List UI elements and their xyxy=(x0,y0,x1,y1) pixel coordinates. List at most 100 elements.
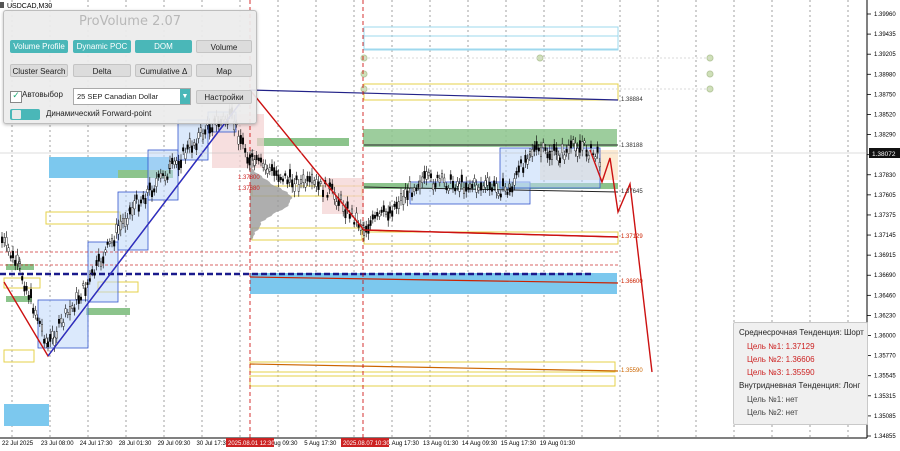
time-axis: 22 Jul 2025 23 Jul 08:00 24 Jul 17:30 28 Ju… xyxy=(2,441,576,447)
target-label: Цель №2: xyxy=(747,355,783,364)
candle-body xyxy=(294,184,296,192)
candle-body xyxy=(540,148,542,156)
candle-body xyxy=(196,144,198,150)
candle-body xyxy=(46,338,48,343)
candle-body xyxy=(448,188,450,191)
intraday-target: Цель №1: нет xyxy=(747,395,798,404)
candle-body xyxy=(269,168,271,172)
candle-body xyxy=(588,155,590,159)
candle-body xyxy=(35,310,37,315)
candle-body xyxy=(204,130,206,135)
candle-body xyxy=(289,169,291,177)
candle-body xyxy=(262,163,264,167)
candle-body xyxy=(249,155,251,158)
candle-body xyxy=(500,194,502,197)
intraday-trend-heading: Внутридневная Тенденция: Лонг xyxy=(739,381,860,390)
candle-body xyxy=(271,164,273,170)
price-tick-label: 1.38290 xyxy=(874,133,896,139)
candle-body xyxy=(487,178,489,185)
symbol-marker xyxy=(0,2,4,8)
volume-profile-button[interactable]: Volume Profile xyxy=(10,40,68,53)
candle-body xyxy=(10,256,12,259)
map-button[interactable]: Map xyxy=(196,64,252,77)
candle-body xyxy=(138,205,140,212)
candle-body xyxy=(379,214,381,217)
time-tick-label: 22 Jul 2025 xyxy=(2,441,34,447)
candle-body xyxy=(322,190,324,197)
price-tick-label: 1.37830 xyxy=(874,173,896,179)
target-value: нет xyxy=(786,408,798,417)
volume-button[interactable]: Volume xyxy=(196,40,252,53)
candle-body xyxy=(311,174,313,183)
level-label: 1.38884 xyxy=(621,97,643,103)
candle-body xyxy=(254,160,256,166)
candle-body xyxy=(273,168,275,176)
auto-select-label: Автовыбор xyxy=(22,90,63,99)
delta-button[interactable]: Delta xyxy=(73,64,131,77)
auto-select-checkbox[interactable]: ✓ xyxy=(10,91,22,103)
candle-body xyxy=(577,148,579,156)
target-label: Цель №1: xyxy=(747,395,783,404)
candle-body xyxy=(493,181,495,186)
candle-body xyxy=(131,208,133,215)
candle-body xyxy=(74,308,76,312)
candle-body xyxy=(480,183,482,191)
price-tick-label: 1.37605 xyxy=(874,193,896,199)
price-tick-label: 1.36690 xyxy=(874,273,896,279)
forward-point-toggle[interactable] xyxy=(10,109,40,120)
candle-body xyxy=(89,274,91,278)
candle-body xyxy=(579,141,581,150)
candle-body xyxy=(209,128,211,133)
candle-body xyxy=(463,187,465,193)
candle-body xyxy=(482,186,484,189)
dom-button[interactable]: DOM xyxy=(135,40,192,53)
candle-body xyxy=(140,200,142,203)
candle-body xyxy=(469,184,471,188)
chevron-down-icon[interactable]: ▼ xyxy=(180,89,190,104)
candle-body xyxy=(522,168,524,173)
candle-body xyxy=(164,176,166,181)
candle-body xyxy=(105,250,107,253)
candle-body xyxy=(258,158,260,161)
candle-body xyxy=(416,188,418,191)
instrument-select[interactable]: 25 SEP Canadian Dollar ▼ xyxy=(73,88,191,105)
candle-body xyxy=(518,166,520,172)
time-tick-label: 30 Jul 17:30 xyxy=(197,441,230,447)
mid-target: Цель №2: 1.36606 xyxy=(747,355,815,364)
time-tick-label: 14 Aug 09:30 xyxy=(462,441,498,447)
candle-body xyxy=(320,182,322,184)
candle-body xyxy=(411,193,413,197)
candle-body xyxy=(174,161,176,165)
candle-body xyxy=(136,195,138,200)
candle-body xyxy=(43,339,45,343)
candle-body xyxy=(305,183,307,187)
candle-body xyxy=(94,273,96,276)
settings-button[interactable]: Настройки xyxy=(196,90,252,104)
mid-trend-heading: Среднесрочная Тенденция: Шорт xyxy=(739,328,864,337)
candle-body xyxy=(424,171,426,178)
provolume-panel: ProVolume 2.07 Volume Profile Dynamic PO… xyxy=(3,10,257,124)
candle-body xyxy=(176,161,178,165)
candle-body xyxy=(200,128,202,133)
price-tick-label: 1.35770 xyxy=(874,354,896,360)
candle-body xyxy=(265,164,267,170)
dynamic-poc-button[interactable]: Dynamic POC xyxy=(73,40,131,53)
price-tick-label: 1.36000 xyxy=(874,334,896,340)
cumulative-delta-button[interactable]: Cumulative Δ xyxy=(135,64,192,77)
candle-body xyxy=(151,191,153,197)
time-tick-label: 15 Aug 17:30 xyxy=(501,441,537,447)
candle-body xyxy=(156,178,158,186)
price-tick-label: 1.35315 xyxy=(874,394,896,400)
candle-body xyxy=(118,226,120,234)
candle-body xyxy=(91,269,93,272)
cluster-search-button[interactable]: Cluster Search xyxy=(10,64,68,77)
candle-body xyxy=(471,184,473,188)
candle-body xyxy=(441,173,443,177)
candle-body xyxy=(12,251,14,258)
candle-body xyxy=(498,194,500,196)
candle-body xyxy=(149,183,151,190)
candle-body xyxy=(459,184,461,192)
candle-body xyxy=(368,225,370,234)
candle-body xyxy=(502,179,504,187)
candle-body xyxy=(120,221,122,230)
